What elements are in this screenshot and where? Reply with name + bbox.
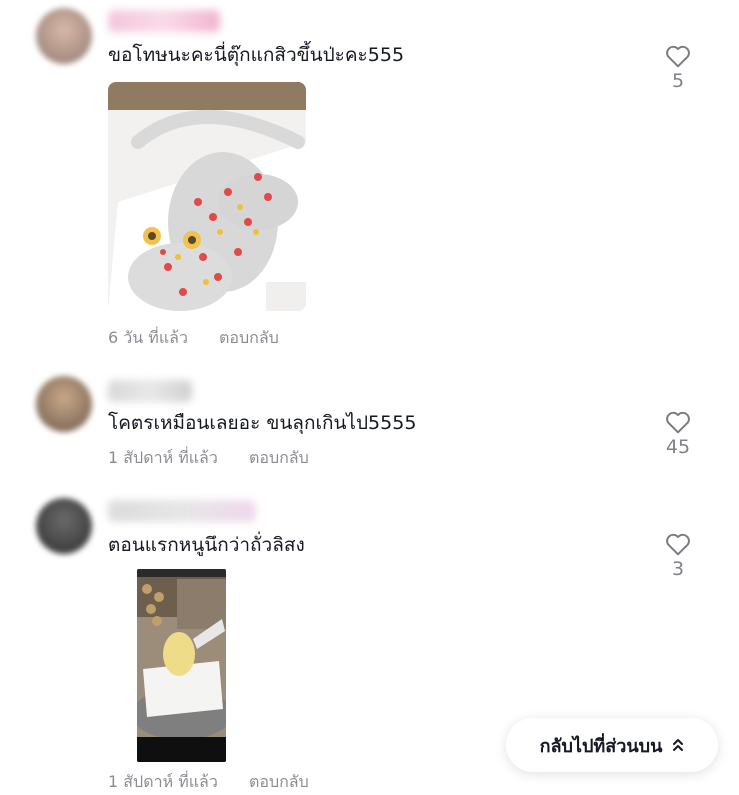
comment-meta: 1 สัปดาห์ ที่แล้ว ตอบกลับ — [108, 770, 309, 795]
comment-time: 1 สัปดาห์ ที่แล้ว — [108, 448, 218, 467]
reply-button[interactable]: ตอบกลับ — [249, 448, 309, 467]
back-to-top-button[interactable]: กลับไปที่ส่วนบน — [506, 718, 718, 772]
like-count: 45 — [665, 436, 691, 458]
heart-icon — [666, 411, 690, 434]
comment-meta: 1 สัปดาห์ ที่แล้ว ตอบกลับ — [108, 446, 309, 471]
reply-button[interactable]: ตอบกลับ — [249, 772, 309, 791]
comment-time: 6 วัน ที่แล้ว — [108, 328, 188, 347]
comment-time: 1 สัปดาห์ ที่แล้ว — [108, 772, 218, 791]
back-to-top-label: กลับไปที่ส่วนบน — [539, 735, 663, 757]
heart-icon — [666, 533, 690, 556]
comment-image[interactable] — [137, 569, 226, 762]
double-chevron-up-icon — [673, 739, 684, 751]
reply-button[interactable]: ตอบกลับ — [219, 328, 279, 347]
comment-meta: 6 วัน ที่แล้ว ตอบกลับ — [108, 326, 279, 351]
username-blurred[interactable] — [108, 380, 192, 402]
avatar[interactable] — [36, 8, 92, 64]
like-count: 3 — [671, 558, 685, 580]
comment-text: โคตรเหมือนเลยอะ ขนลุกเกินไป5555 — [108, 412, 417, 434]
like-count: 5 — [671, 70, 685, 92]
avatar[interactable] — [36, 376, 92, 432]
avatar[interactable] — [36, 498, 92, 554]
comment-text: ตอนแรกหนูนึกว่าถั่วลิสง — [108, 534, 305, 556]
like-button[interactable]: 45 — [660, 410, 696, 458]
video-screenshot-image — [137, 569, 226, 762]
comment-image[interactable] — [108, 82, 306, 311]
username-blurred[interactable] — [108, 10, 220, 32]
like-button[interactable]: 5 — [660, 44, 696, 92]
comment-text: ขอโทษนะคะนี่ตุ๊กแกสิวขึ้นป่ะคะ555 — [108, 44, 405, 66]
heart-icon — [666, 45, 690, 68]
username-blurred[interactable] — [108, 500, 256, 522]
like-button[interactable]: 3 — [660, 532, 696, 580]
gecko-cake-image — [108, 82, 306, 311]
